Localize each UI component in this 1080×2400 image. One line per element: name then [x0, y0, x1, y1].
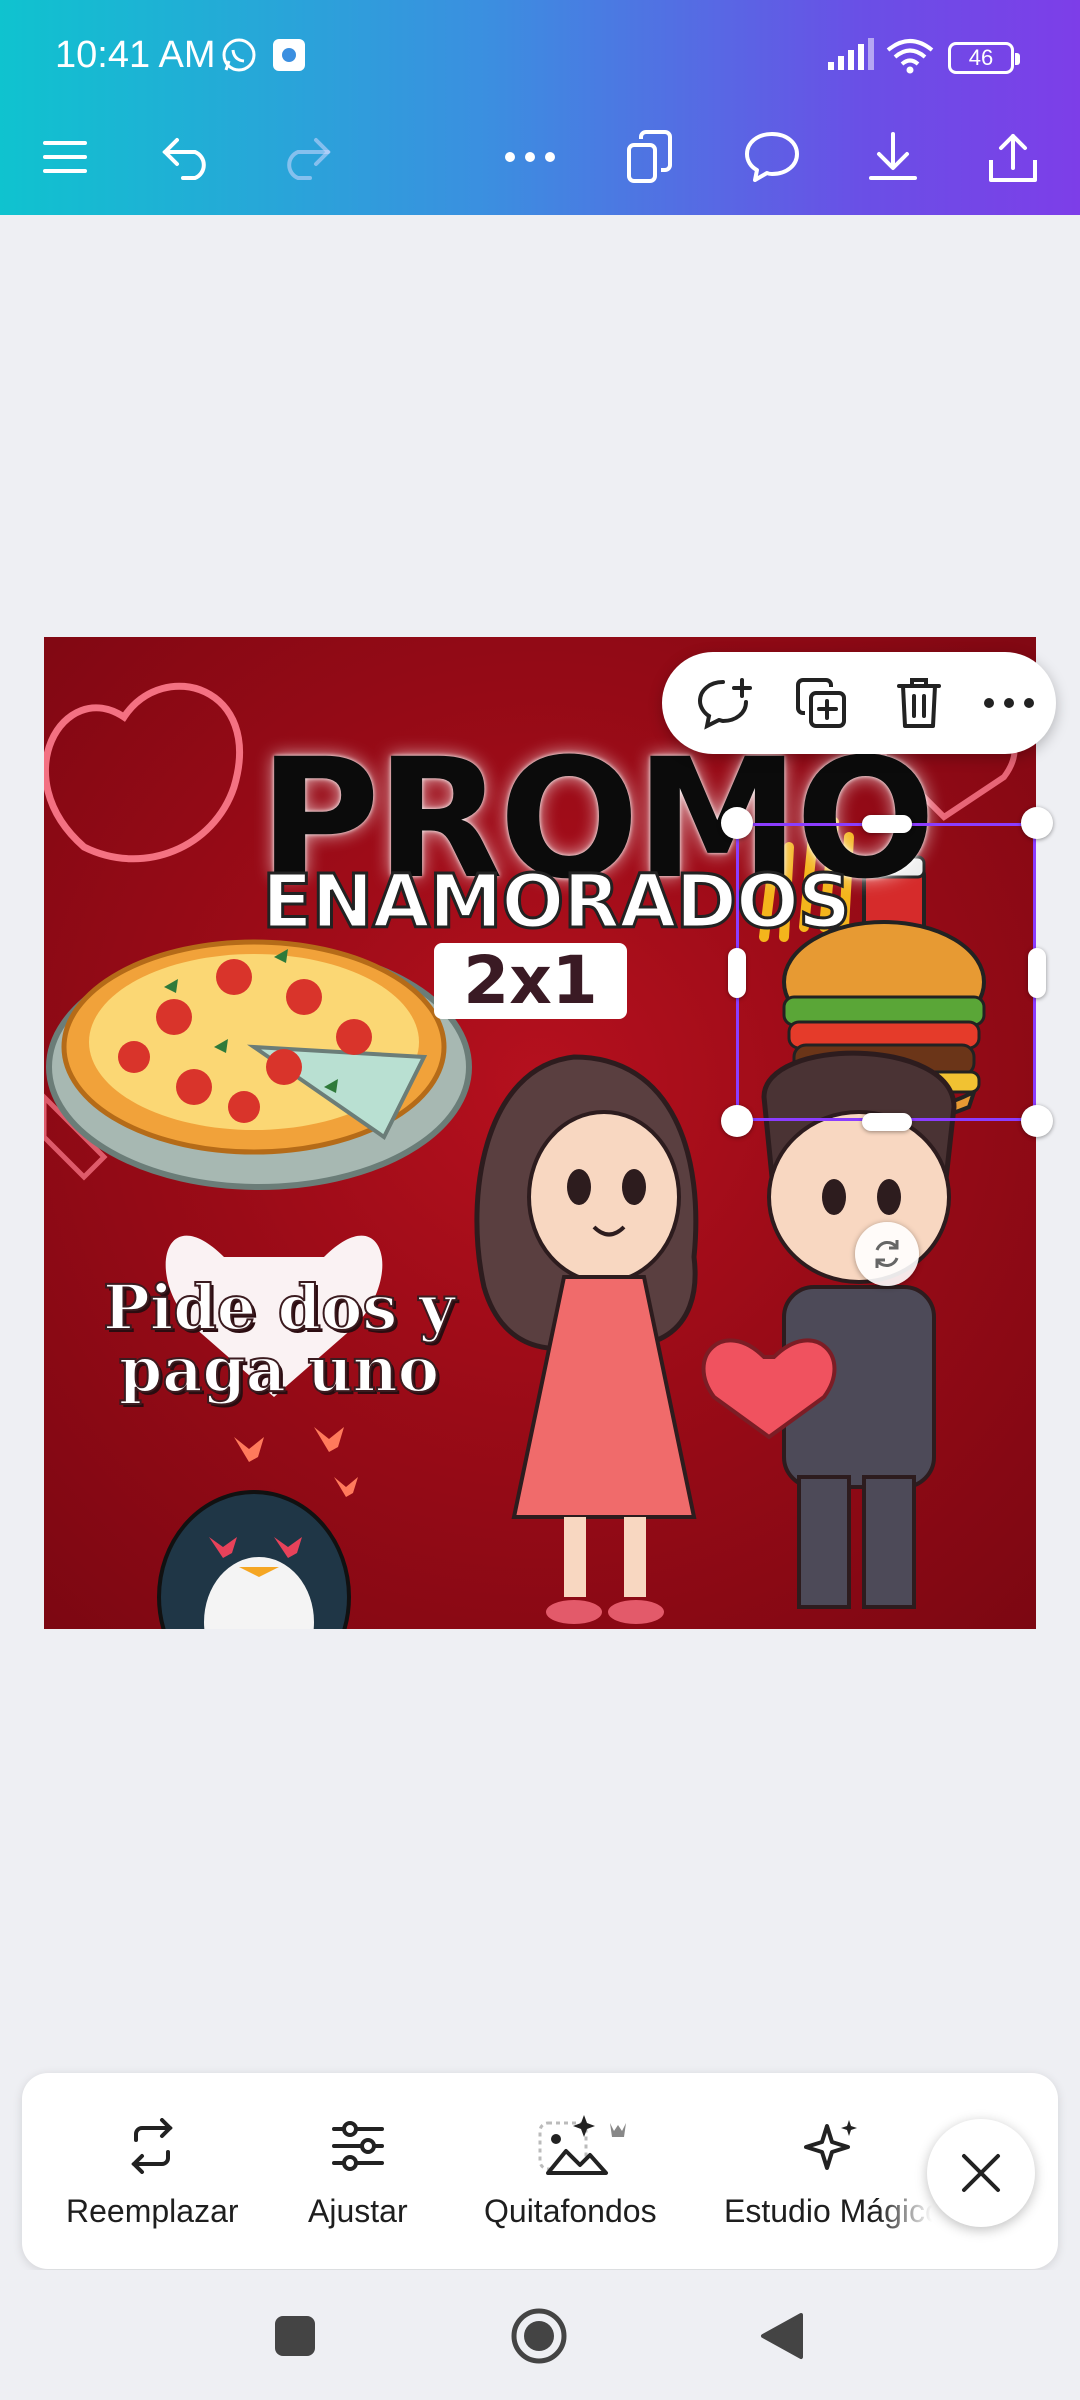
- pizza-illustration: [46, 939, 472, 1190]
- home-icon[interactable]: [509, 2306, 569, 2366]
- magic-studio-button[interactable]: Estudio Mágico: [724, 2113, 943, 2230]
- pages-icon[interactable]: [605, 112, 695, 202]
- whatsapp-icon: [220, 36, 258, 79]
- close-button[interactable]: [927, 2119, 1035, 2227]
- resize-handle-bottom-left[interactable]: [721, 1105, 753, 1137]
- system-nav-bar: [0, 2270, 1080, 2400]
- battery-indicator: 46: [948, 42, 1020, 74]
- share-icon[interactable]: [968, 112, 1058, 202]
- magic-studio-label: Estudio Mágico: [724, 2193, 943, 2229]
- neon-heart-left: [44, 682, 243, 863]
- replace-icon: [122, 2113, 182, 2179]
- rotate-icon: [875, 1240, 899, 1268]
- girl-illustration: [474, 1054, 699, 1624]
- promo-tagline[interactable]: Pide dos y paga uno: [94, 1271, 464, 1406]
- penguin-illustration: [157, 1490, 351, 1629]
- back-icon[interactable]: [752, 2306, 812, 2366]
- wifi-icon: [886, 38, 934, 79]
- comment-icon[interactable]: [727, 112, 817, 202]
- close-icon: [962, 2154, 1000, 2192]
- tagline-line-1: Pide dos y: [102, 1271, 456, 1344]
- tagline-line-2: paga uno: [118, 1333, 440, 1406]
- notification-icon: [270, 36, 308, 79]
- status-time: 10:41 AM: [55, 34, 216, 76]
- design-canvas[interactable]: PROMO ENAMORADOS 2x1 Pide dos y paga uno: [44, 637, 1036, 1629]
- replace-label: Reemplazar: [66, 2193, 239, 2229]
- hamburger-icon[interactable]: [20, 112, 110, 202]
- resize-handle-top-left[interactable]: [721, 807, 753, 839]
- trash-icon[interactable]: [880, 664, 958, 742]
- duplicate-icon[interactable]: [782, 664, 860, 742]
- resize-handle-left[interactable]: [728, 948, 746, 998]
- adjust-button[interactable]: Ajustar: [308, 2113, 408, 2230]
- status-bar: 10:41 AM 46: [0, 0, 1080, 112]
- adjust-label: Ajustar: [308, 2193, 408, 2229]
- download-icon[interactable]: [848, 112, 938, 202]
- bg-remover-label: Quitafondos: [484, 2193, 657, 2229]
- resize-handle-top-right[interactable]: [1021, 807, 1053, 839]
- magic-studio-icon: [803, 2113, 863, 2179]
- selection-box[interactable]: [736, 823, 1036, 1121]
- resize-handle-right[interactable]: [1028, 948, 1046, 998]
- resize-handle-top[interactable]: [862, 815, 912, 833]
- more-icon[interactable]: [970, 664, 1048, 742]
- bottom-tool-panel: Reemplazar Ajustar Quitafondos Estudio M…: [22, 2073, 1058, 2269]
- boy-illustration: [761, 1050, 957, 1609]
- signal-icon: [826, 38, 876, 77]
- resize-handle-bottom[interactable]: [862, 1113, 912, 1131]
- element-toolbar: [662, 652, 1056, 754]
- replace-button[interactable]: Reemplazar: [66, 2113, 239, 2230]
- recents-icon[interactable]: [265, 2306, 325, 2366]
- top-bar: 10:41 AM 46: [0, 0, 1080, 215]
- bg-remover-button[interactable]: Quitafondos: [484, 2113, 657, 2230]
- rotate-handle[interactable]: [855, 1222, 919, 1286]
- more-icon[interactable]: [485, 112, 575, 202]
- resize-handle-bottom-right[interactable]: [1021, 1105, 1053, 1137]
- adjust-icon: [330, 2113, 386, 2179]
- bg-remover-icon: [510, 2113, 630, 2179]
- undo-icon[interactable]: [143, 112, 233, 202]
- redo-icon[interactable]: [260, 112, 350, 202]
- promo-badge[interactable]: 2x1: [434, 943, 627, 1019]
- add-comment-icon[interactable]: [686, 664, 764, 742]
